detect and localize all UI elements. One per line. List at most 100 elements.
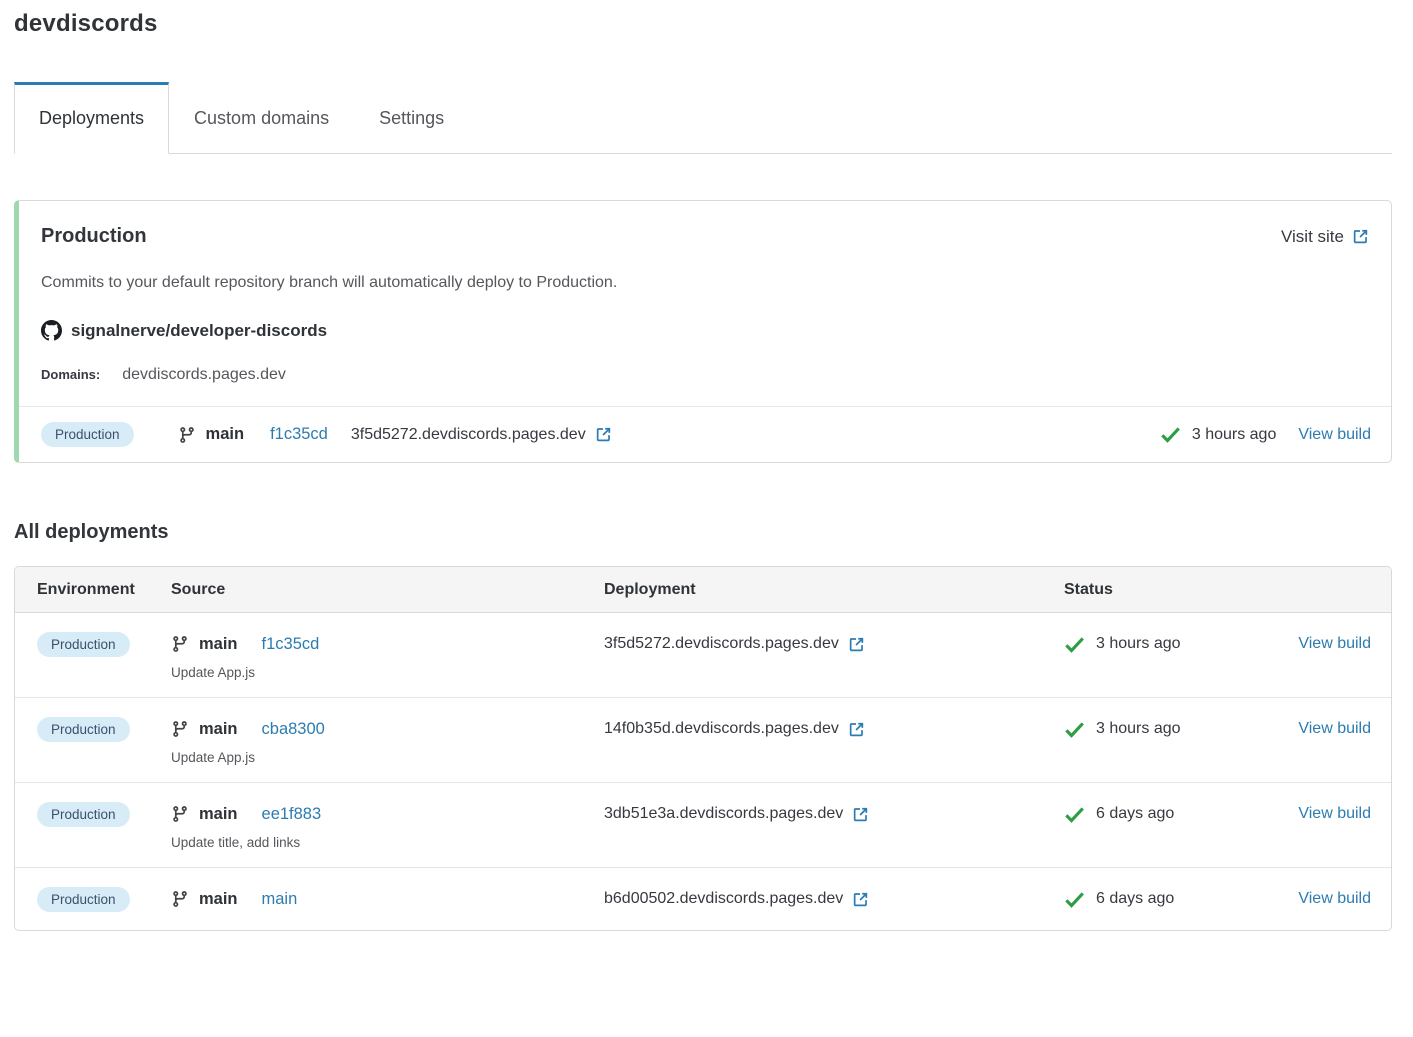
git-branch-icon <box>178 426 196 444</box>
external-link-icon[interactable] <box>852 806 869 823</box>
domains-row: Domains: devdiscords.pages.dev <box>41 366 1369 384</box>
github-icon <box>41 320 62 341</box>
branch-name: main <box>206 425 245 444</box>
production-card: Production Visit site Commits to your de… <box>14 200 1392 463</box>
table-body: Production main f1c35cd Update App.js 3f… <box>15 613 1391 930</box>
check-icon <box>1064 719 1085 740</box>
external-link-icon[interactable] <box>852 891 869 908</box>
deployment-cell: 3f5d5272.devdiscords.pages.dev <box>604 630 1064 658</box>
deployment-url-text: 3db51e3a.devdiscords.pages.dev <box>604 805 843 823</box>
check-icon <box>1064 634 1085 655</box>
branch-name: main <box>199 890 238 909</box>
column-header-status: Status <box>1064 567 1284 612</box>
git-branch-icon <box>171 805 189 823</box>
environment-badge: Production <box>37 717 130 742</box>
external-link-icon[interactable] <box>848 636 865 653</box>
branch-name: main <box>199 720 238 739</box>
repo-name[interactable]: signalnerve/developer-discords <box>71 321 327 341</box>
deployment-url: 3f5d5272.devdiscords.pages.dev <box>351 426 612 444</box>
commit-link[interactable]: f1c35cd <box>262 635 320 654</box>
check-icon <box>1064 889 1085 910</box>
source-cell: main f1c35cd Update App.js <box>171 630 604 680</box>
column-header-environment: Environment <box>37 567 171 612</box>
actions-cell: View build <box>1284 715 1371 743</box>
actions-cell: View build <box>1284 885 1371 913</box>
deployment-url-text: 3f5d5272.devdiscords.pages.dev <box>604 635 839 653</box>
domains-value: devdiscords.pages.dev <box>122 366 286 384</box>
environment-badge: Production <box>37 632 130 657</box>
deployment-cell: 3db51e3a.devdiscords.pages.dev <box>604 800 1064 828</box>
status-time: 3 hours ago <box>1096 720 1181 738</box>
visit-site-link[interactable]: Visit site <box>1281 227 1369 247</box>
repo-row: signalnerve/developer-discords <box>41 320 1369 341</box>
tab-deployments[interactable]: Deployments <box>14 82 169 154</box>
deployment-cell: 14f0b35d.devdiscords.pages.dev <box>604 715 1064 743</box>
git-branch-icon <box>171 720 189 738</box>
environment-cell: Production <box>37 800 171 828</box>
external-link-icon[interactable] <box>1352 228 1369 245</box>
actions-cell: View build <box>1284 800 1371 828</box>
git-branch-icon <box>171 890 189 908</box>
status-time: 3 hours ago <box>1096 635 1181 653</box>
commit-link[interactable]: f1c35cd <box>270 425 328 444</box>
environment-badge: Production <box>37 802 130 827</box>
table-header-row: Environment Source Deployment Status <box>15 567 1391 613</box>
source-cell: main main <box>171 885 604 913</box>
environment-badge: Production <box>37 887 130 912</box>
external-link-icon[interactable] <box>848 721 865 738</box>
environment-badge: Production <box>41 422 134 447</box>
branch-name: main <box>199 805 238 824</box>
deployment-cell: b6d00502.devdiscords.pages.dev <box>604 885 1064 913</box>
tab-custom-domains[interactable]: Custom domains <box>169 82 354 153</box>
source-cell: main cba8300 Update App.js <box>171 715 604 765</box>
external-link-icon[interactable] <box>595 426 612 443</box>
domains-label: Domains: <box>41 367 100 382</box>
commit-message: Update App.js <box>171 665 604 680</box>
source-cell: main ee1f883 Update title, add links <box>171 800 604 850</box>
status-time: 6 days ago <box>1096 890 1174 908</box>
deployments-table: Environment Source Deployment Status Pro… <box>14 566 1392 931</box>
status-cell: 6 days ago <box>1064 885 1284 913</box>
column-header-source: Source <box>171 567 604 612</box>
branch-name: main <box>199 635 238 654</box>
tab-bar: Deployments Custom domains Settings <box>14 82 1392 154</box>
status-cell: 6 days ago <box>1064 800 1284 828</box>
page-title: devdiscords <box>14 10 1392 38</box>
source-group: main f1c35cd <box>178 425 328 444</box>
commit-message: Update title, add links <box>171 835 604 850</box>
commit-message: Update App.js <box>171 750 604 765</box>
all-deployments-heading: All deployments <box>14 521 1392 544</box>
status-cell: 3 hours ago <box>1064 630 1284 658</box>
view-build-link[interactable]: View build <box>1298 720 1371 738</box>
check-icon <box>1160 424 1181 445</box>
view-build-link[interactable]: View build <box>1298 890 1371 908</box>
table-row: Production main main b6d00502.devdiscord… <box>15 867 1391 930</box>
view-build-link[interactable]: View build <box>1298 426 1371 444</box>
column-header-deployment: Deployment <box>604 567 1064 612</box>
pages-project-page: devdiscords Deployments Custom domains S… <box>0 0 1413 931</box>
actions-cell: View build <box>1284 630 1371 658</box>
status-time: 6 days ago <box>1096 805 1174 823</box>
environment-cell: Production <box>37 885 171 913</box>
check-icon <box>1064 804 1085 825</box>
tab-settings[interactable]: Settings <box>354 82 469 153</box>
production-description: Commits to your default repository branc… <box>41 274 1369 292</box>
git-branch-icon <box>171 635 189 653</box>
environment-cell: Production <box>37 715 171 743</box>
table-row: Production main f1c35cd Update App.js 3f… <box>15 613 1391 697</box>
environment-cell: Production <box>37 630 171 658</box>
commit-link[interactable]: cba8300 <box>262 720 325 739</box>
visit-site-label: Visit site <box>1281 227 1344 247</box>
production-deployment-row: Production main f1c35cd 3f5d5272.devdisc… <box>19 407 1391 462</box>
table-row: Production main cba8300 Update App.js 14… <box>15 697 1391 782</box>
deployment-url-text: 14f0b35d.devdiscords.pages.dev <box>604 720 839 738</box>
deployment-url-text: b6d00502.devdiscords.pages.dev <box>604 890 843 908</box>
deployment-url-text: 3f5d5272.devdiscords.pages.dev <box>351 426 586 444</box>
table-row: Production main ee1f883 Update title, ad… <box>15 782 1391 867</box>
view-build-link[interactable]: View build <box>1298 635 1371 653</box>
commit-link[interactable]: ee1f883 <box>262 805 322 824</box>
status-cell: 3 hours ago <box>1064 715 1284 743</box>
status-time: 3 hours ago <box>1192 426 1277 444</box>
commit-link[interactable]: main <box>262 890 298 909</box>
view-build-link[interactable]: View build <box>1298 805 1371 823</box>
